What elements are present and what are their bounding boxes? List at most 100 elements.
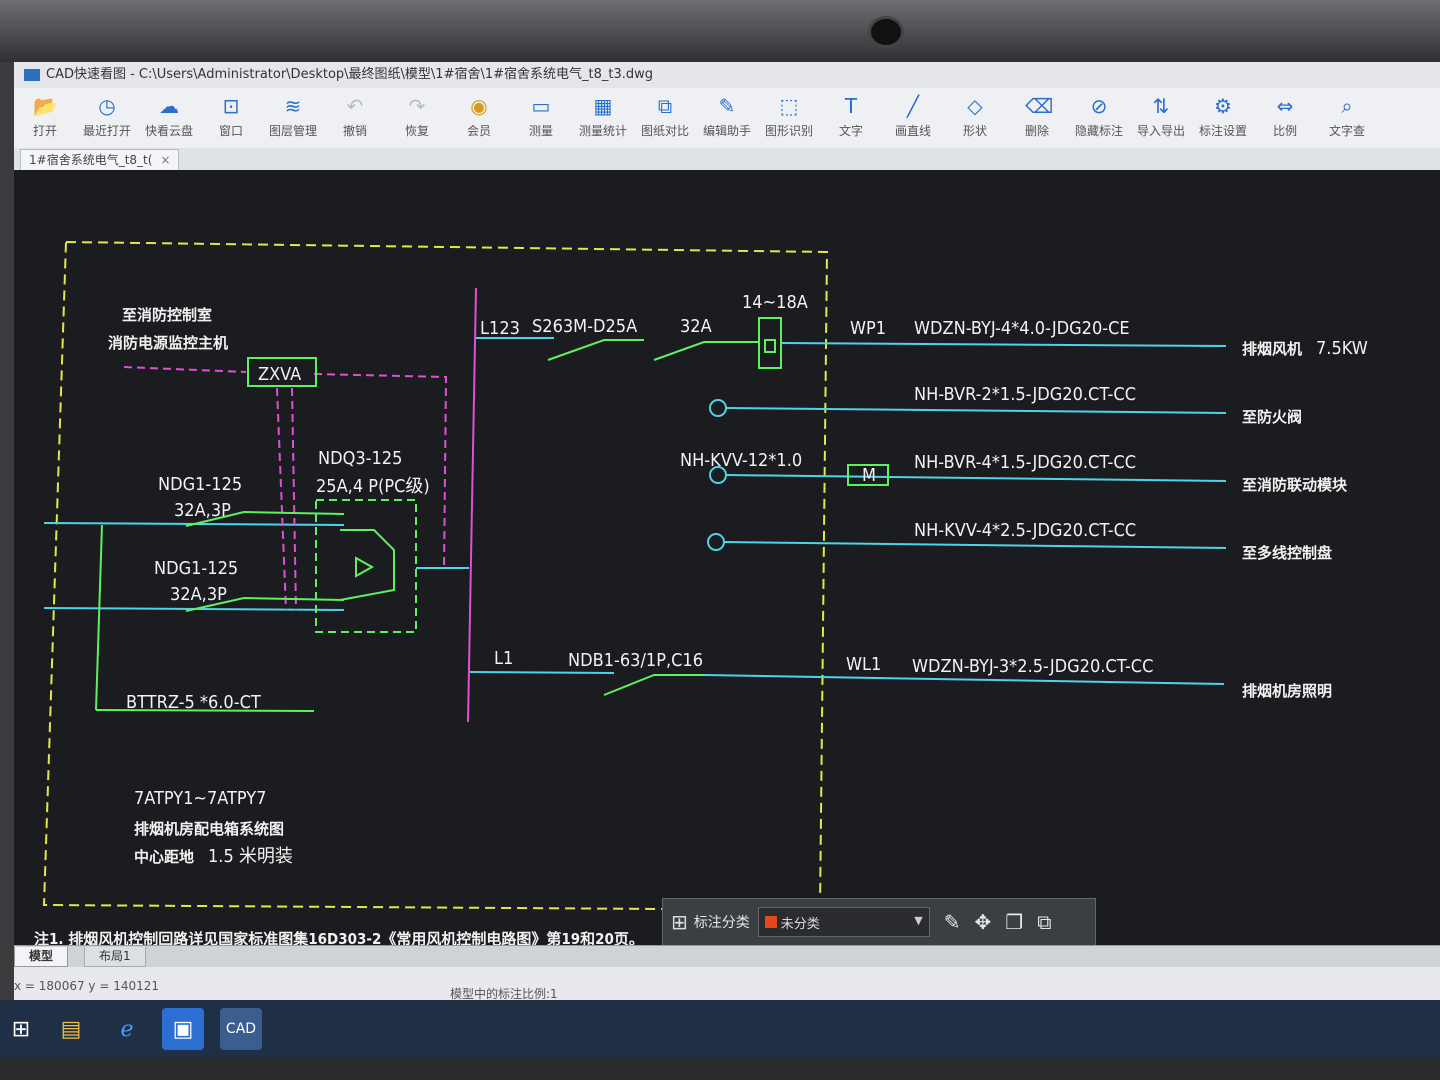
toolbar-button-label: 测量 xyxy=(528,124,553,138)
thermal-relay-inner xyxy=(764,339,776,353)
toolbar-button-label: 导入导出 xyxy=(1136,124,1185,138)
copy-icon[interactable]: ❐ xyxy=(1005,910,1023,934)
panel-id-label: 7ATPY1~7ATPY7 xyxy=(134,788,266,809)
contactor-label: 32A xyxy=(680,316,712,337)
toolbar-button-layers[interactable]: ≋ 图层管理 xyxy=(268,88,318,139)
toolbar-button-label: 会员 xyxy=(466,124,491,138)
zxva-drop-1 xyxy=(276,387,287,611)
toolbar-button-shape[interactable]: ◇ 形状 xyxy=(950,88,1000,139)
preview-app-icon[interactable]: ▣ xyxy=(162,1008,204,1050)
fire-power-monitor-label: 消防电源监控主机 xyxy=(108,334,228,352)
document-tab-label: 1#宿舍系统电气_t8_t( xyxy=(29,153,153,167)
drawing-canvas[interactable]: 至消防控制室 消防电源监控主机 ZXVA NDG1-125 32A,3P NDG… xyxy=(14,170,1440,946)
l1-line xyxy=(469,671,615,674)
ndb1-label: NDB1-63/1P,C16 xyxy=(568,650,703,671)
toolbar-button-label: 快看云盘 xyxy=(144,124,193,138)
compare-icon: ⧉ xyxy=(657,94,673,118)
document-tab[interactable]: 1#宿舍系统电气_t8_t( × xyxy=(20,149,180,170)
c4-cable: NH-KVV-4*2.5-JDG20.CT-CC xyxy=(914,520,1136,541)
toolbar-button-annotation-settings[interactable]: ⚙ 标注设置 xyxy=(1198,88,1248,139)
toolbar-button-label: 恢复 xyxy=(404,124,429,138)
ndg1-b-label: NDG1-125 xyxy=(154,558,238,579)
cloud-icon: ☁ xyxy=(159,94,179,118)
laptop-bezel-top xyxy=(0,0,1440,62)
toolbar-button-cloud[interactable]: ☁ 快看云盘 xyxy=(144,88,194,139)
toolbar-button-hide-annotation[interactable]: ⊘ 隐藏标注 xyxy=(1074,88,1124,139)
toolbar-button-clock[interactable]: ◷ 最近打开 xyxy=(82,88,132,139)
move-icon[interactable]: ✥ xyxy=(975,910,992,934)
toolbar-button-label: 标注设置 xyxy=(1198,124,1247,138)
center-height-label: 中心距地 xyxy=(134,848,194,866)
tab-model[interactable]: 模型 xyxy=(14,947,69,967)
ndg1-a-rating: 32A,3P xyxy=(174,500,231,521)
toolbar-button-scale[interactable]: ⇔ 比例 xyxy=(1260,88,1310,139)
folder-open-icon: 📂 xyxy=(33,94,58,118)
zxva-label: ZXVA xyxy=(258,364,301,385)
hide-annotation-icon: ⊘ xyxy=(1090,94,1108,118)
clock-icon: ◷ xyxy=(98,94,116,118)
toolbar-button-measure-stats[interactable]: ▦ 测量统计 xyxy=(578,88,628,139)
toolbar-button-edit-assistant[interactable]: ✎ 编辑助手 xyxy=(702,88,752,139)
ndq3-label: NDQ3-125 xyxy=(318,448,402,469)
ground-line xyxy=(95,524,103,711)
toolbar-button-eraser[interactable]: ⌫ 删除 xyxy=(1012,88,1062,139)
toolbar-button-text-search[interactable]: ⌕ 文字查 xyxy=(1322,88,1372,139)
line-icon: ╱ xyxy=(906,94,920,118)
toolbar-button-window[interactable]: ⊡ 窗口 xyxy=(206,88,256,139)
annotation-category-label: 标注分类 xyxy=(693,915,750,931)
edit-assistant-icon: ✎ xyxy=(718,94,736,118)
c2-dest: 至防火阀 xyxy=(1242,408,1302,426)
toolbar-button-ruler[interactable]: ▭ 测量 xyxy=(516,88,566,139)
bttrz-label: BTTRZ-5 *6.0-CT xyxy=(126,692,261,713)
toolbar-button-undo[interactable]: ↶ 撤销 xyxy=(330,88,380,139)
ndb1-breaker xyxy=(603,674,704,696)
toolbar-button-label: 删除 xyxy=(1024,124,1049,138)
annotation-settings-icon: ⚙ xyxy=(1214,94,1232,118)
l123-label: L123 xyxy=(480,318,520,339)
paste-icon[interactable]: ⧉ xyxy=(1037,910,1051,934)
toolbar-button-text[interactable]: T 文字 xyxy=(826,88,876,139)
tab-layout1[interactable]: 布局1 xyxy=(84,947,146,967)
eraser-icon: ⌫ xyxy=(1025,94,1054,118)
wp1-label: WP1 xyxy=(850,318,886,339)
s263m-breaker xyxy=(547,339,644,361)
annotation-toolbar: ⊞ 标注分类 未分类 ▼ ✎ ✥ ❐ ⧉ xyxy=(662,898,1096,946)
s263m-label: S263M-D25A xyxy=(532,316,637,337)
toolbar-button-label: 图层管理 xyxy=(268,124,317,138)
app-screen: CAD快速看图 - C:\Users\Administrator\Desktop… xyxy=(14,62,1440,1022)
toolbar-button-compare[interactable]: ⧉ 图纸对比 xyxy=(640,88,690,139)
webcam-icon xyxy=(868,16,904,48)
close-icon[interactable]: × xyxy=(160,153,170,167)
text-search-icon: ⌕ xyxy=(1341,94,1353,118)
windows-taskbar: ⊞ ▤ ℯ ▣ CAD xyxy=(0,1000,1440,1058)
annotation-category-select[interactable]: 未分类 ▼ xyxy=(757,907,930,937)
cad-app-icon[interactable]: CAD xyxy=(220,1008,262,1050)
browser-icon[interactable]: ℯ xyxy=(106,1008,148,1050)
file-explorer-icon[interactable]: ▤ xyxy=(50,1008,92,1050)
toolbar-button-label: 图纸对比 xyxy=(640,124,689,138)
wp1-line xyxy=(780,342,1227,347)
toolbar-button-redo[interactable]: ↷ 恢复 xyxy=(392,88,442,139)
toolbar-button-shape-recognize[interactable]: ⬚ 图形识别 xyxy=(764,88,814,139)
module-label: M xyxy=(862,465,876,486)
window-icon: ⊡ xyxy=(222,94,240,118)
panel-desc-label: 排烟机房配电箱系统图 xyxy=(134,820,284,838)
ndg1-a-label: NDG1-125 xyxy=(158,474,242,495)
ndq3-rating: 25A,4 P(PC级) xyxy=(316,476,430,497)
monitor-line xyxy=(123,366,247,373)
c3-dest: 至消防联动模块 xyxy=(1242,476,1348,494)
windows-start-icon[interactable]: ⊞ xyxy=(0,1008,42,1050)
shape-recognize-icon: ⬚ xyxy=(779,94,799,118)
toolbar-button-label: 画直线 xyxy=(894,124,931,138)
toolbar-button-folder-open[interactable]: 📂 打开 xyxy=(20,88,70,139)
toolbar-button-label: 隐藏标注 xyxy=(1074,124,1123,138)
edit-icon[interactable]: ✎ xyxy=(944,910,961,934)
import-export-icon: ⇅ xyxy=(1152,94,1170,118)
toolbar-button-label: 测量统计 xyxy=(578,124,627,138)
toolbar-button-line[interactable]: ╱ 画直线 xyxy=(888,88,938,139)
vip-icon: ◉ xyxy=(470,94,488,118)
grid-icon[interactable]: ⊞ xyxy=(671,910,688,934)
toolbar-button-vip[interactable]: ◉ 会员 xyxy=(454,88,504,139)
toolbar-button-import-export[interactable]: ⇅ 导入导出 xyxy=(1136,88,1186,139)
wl1-label: WL1 xyxy=(846,654,881,675)
